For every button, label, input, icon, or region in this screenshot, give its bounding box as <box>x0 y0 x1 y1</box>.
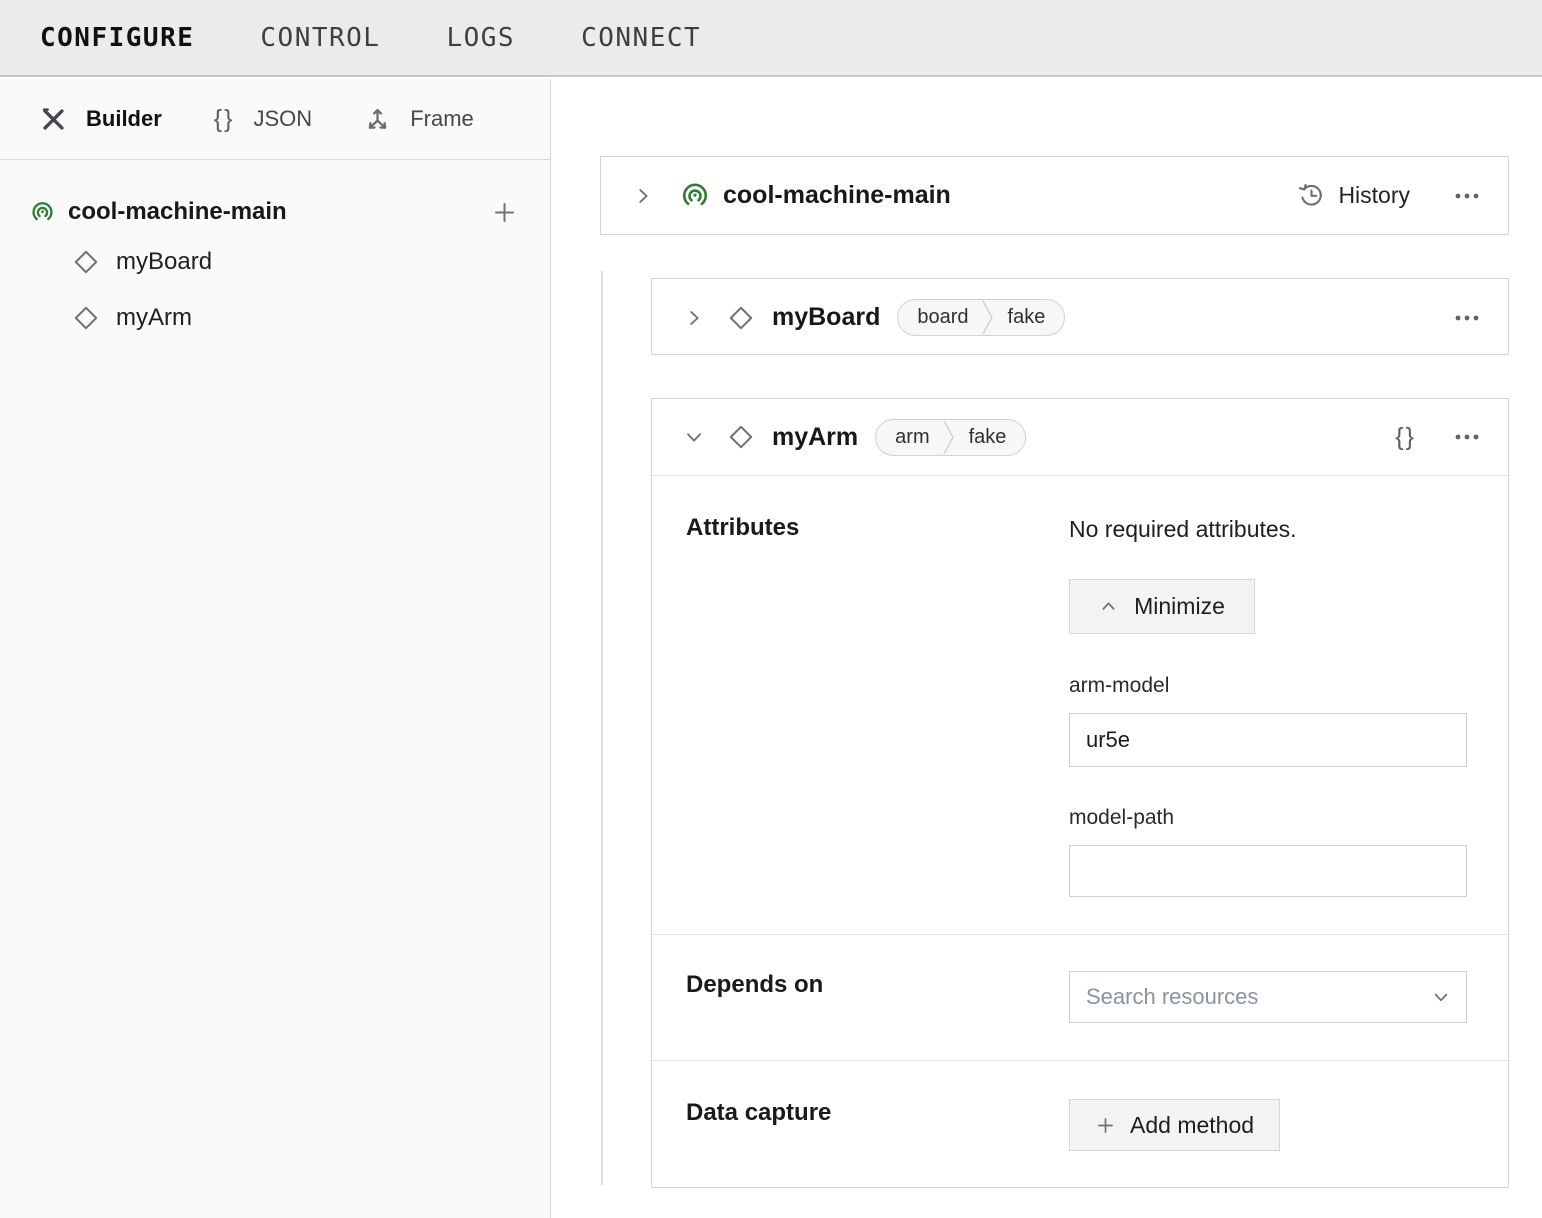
badge-divider-chevron <box>943 420 956 455</box>
arm-model-field-label: arm-model <box>1069 673 1467 699</box>
tab-json-label: JSON <box>254 106 313 132</box>
machine-card: cool-machine-main History <box>600 156 1509 235</box>
sidebar-view-tabs: Builder {} JSON Frame <box>0 79 550 160</box>
tab-logs[interactable]: LOGS <box>446 23 515 53</box>
tree-item-myarm[interactable]: myArm <box>30 290 550 346</box>
diamond-icon <box>727 304 755 332</box>
diamond-icon <box>72 248 100 276</box>
arm-model-input[interactable] <box>1069 713 1467 767</box>
model-path-field-label: model-path <box>1069 805 1467 831</box>
tree-myarm-name: myArm <box>116 304 192 332</box>
tab-frame[interactable]: Frame <box>364 106 474 133</box>
badge-divider-chevron <box>982 300 995 335</box>
depends-on-section: Depends on <box>652 934 1508 1060</box>
board-model: fake <box>995 306 1065 329</box>
machine-menu-button[interactable] <box>1452 188 1482 204</box>
minimize-label: Minimize <box>1134 593 1225 620</box>
tree-guide-line <box>601 271 603 1185</box>
arm-menu-button[interactable] <box>1452 429 1482 445</box>
data-capture-section-label: Data capture <box>686 1099 831 1126</box>
arm-card: myArm arm fake {} <box>651 398 1509 1188</box>
builder-icon <box>40 106 67 133</box>
tab-builder-label: Builder <box>86 106 162 132</box>
add-component-button[interactable] <box>491 199 518 226</box>
history-icon <box>1298 182 1325 209</box>
attributes-section-label: Attributes <box>686 514 799 541</box>
attributes-section: Attributes No required attributes. Minim… <box>652 476 1508 934</box>
chevron-right-icon[interactable] <box>632 185 654 207</box>
arm-type: arm <box>876 426 942 449</box>
chevron-up-icon <box>1099 597 1118 616</box>
tree-myboard-name: myBoard <box>116 248 212 276</box>
tab-control[interactable]: CONTROL <box>260 23 380 53</box>
add-method-label: Add method <box>1130 1112 1254 1139</box>
tab-configure[interactable]: CONFIGURE <box>40 23 194 53</box>
model-path-input[interactable] <box>1069 845 1467 897</box>
main-panel: cool-machine-main History <box>552 79 1542 1218</box>
chevron-right-icon[interactable] <box>683 307 705 329</box>
plus-icon <box>1095 1115 1116 1136</box>
top-navigation: CONFIGURE CONTROL LOGS CONNECT <box>0 0 1542 77</box>
arm-model: fake <box>956 426 1026 449</box>
no-required-attributes-note: No required attributes. <box>1069 514 1467 544</box>
arm-json-button[interactable]: {} <box>1395 423 1416 452</box>
data-capture-section: Data capture Add method <box>652 1060 1508 1188</box>
minimize-button[interactable]: Minimize <box>1069 579 1255 634</box>
add-method-button[interactable]: Add method <box>1069 1099 1280 1151</box>
diamond-icon <box>727 423 755 451</box>
tab-connect[interactable]: CONNECT <box>581 23 701 53</box>
tree-machine-name: cool-machine-main <box>68 198 287 226</box>
tree-item-machine[interactable]: cool-machine-main <box>30 190 550 234</box>
arm-type-model-badge: arm fake <box>875 419 1026 456</box>
board-menu-button[interactable] <box>1452 310 1482 326</box>
board-card-title: myBoard <box>772 303 880 332</box>
board-type: board <box>898 306 981 329</box>
machine-card-title: cool-machine-main <box>723 181 951 210</box>
board-card: myBoard board fake <box>651 278 1509 355</box>
history-label: History <box>1338 182 1410 209</box>
board-type-model-badge: board fake <box>897 299 1065 336</box>
frame-icon <box>364 106 391 133</box>
tree-item-myboard[interactable]: myBoard <box>30 234 550 290</box>
depends-on-select[interactable] <box>1069 971 1467 1023</box>
machine-icon <box>30 200 55 225</box>
chevron-down-icon[interactable] <box>683 426 705 448</box>
diamond-icon <box>72 304 100 332</box>
search-resources-input[interactable] <box>1069 971 1467 1023</box>
resource-tree: cool-machine-main myBoard <box>0 160 550 346</box>
tab-frame-label: Frame <box>410 106 474 132</box>
tab-builder[interactable]: Builder <box>40 106 162 133</box>
history-button[interactable]: History <box>1298 182 1410 209</box>
arm-card-title: myArm <box>772 423 858 452</box>
sidebar: Builder {} JSON Frame <box>0 79 551 1218</box>
machine-icon <box>680 181 710 211</box>
braces-icon: {} <box>214 105 235 134</box>
tab-json[interactable]: {} JSON <box>214 105 312 134</box>
depends-on-section-label: Depends on <box>686 971 823 998</box>
app-window: CONFIGURE CONTROL LOGS CONNECT Builder {… <box>0 0 1542 1218</box>
